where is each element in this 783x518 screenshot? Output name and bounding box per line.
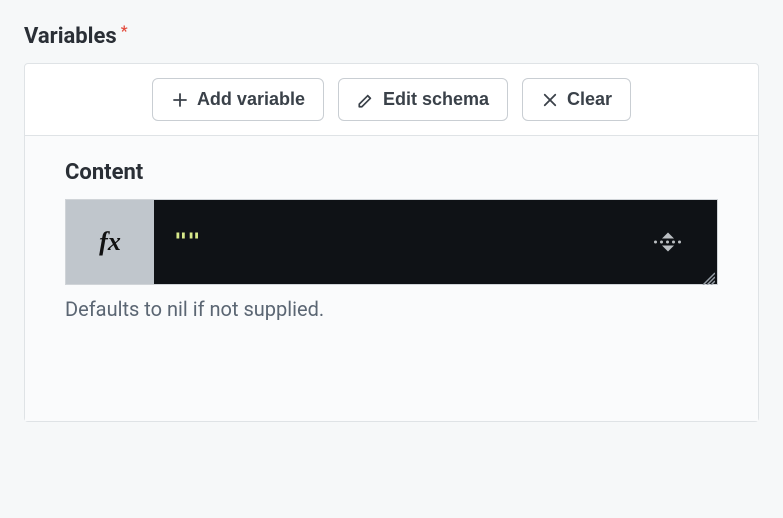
edit-schema-label: Edit schema (383, 89, 489, 110)
add-variable-label: Add variable (197, 89, 305, 110)
helper-text: Defaults to nil if not supplied. (65, 297, 718, 321)
panel-body: Content fx "" Defaults to nil if not sup… (25, 136, 758, 421)
plus-icon (171, 91, 189, 109)
section-title: Variables * (24, 24, 759, 49)
add-variable-button[interactable]: Add variable (152, 78, 324, 121)
section-title-text: Variables (24, 24, 117, 49)
field-label: Content (65, 160, 718, 185)
fx-label: fx (99, 227, 121, 257)
variables-panel: Add variable Edit schema Clear Content f… (24, 63, 759, 422)
fx-button[interactable]: fx (66, 200, 154, 284)
required-asterisk: * (121, 22, 128, 40)
expression-row: fx "" (65, 199, 718, 285)
pencil-icon (357, 91, 375, 109)
resize-grip-icon[interactable] (699, 266, 715, 282)
clear-button[interactable]: Clear (522, 78, 631, 121)
variables-toolbar: Add variable Edit schema Clear (25, 64, 758, 136)
expression-input[interactable]: "" (154, 200, 717, 284)
clear-label: Clear (567, 89, 612, 110)
edit-schema-button[interactable]: Edit schema (338, 78, 508, 121)
close-icon (541, 91, 559, 109)
drag-handle-icon[interactable] (654, 233, 681, 252)
expression-value: "" (174, 230, 201, 255)
